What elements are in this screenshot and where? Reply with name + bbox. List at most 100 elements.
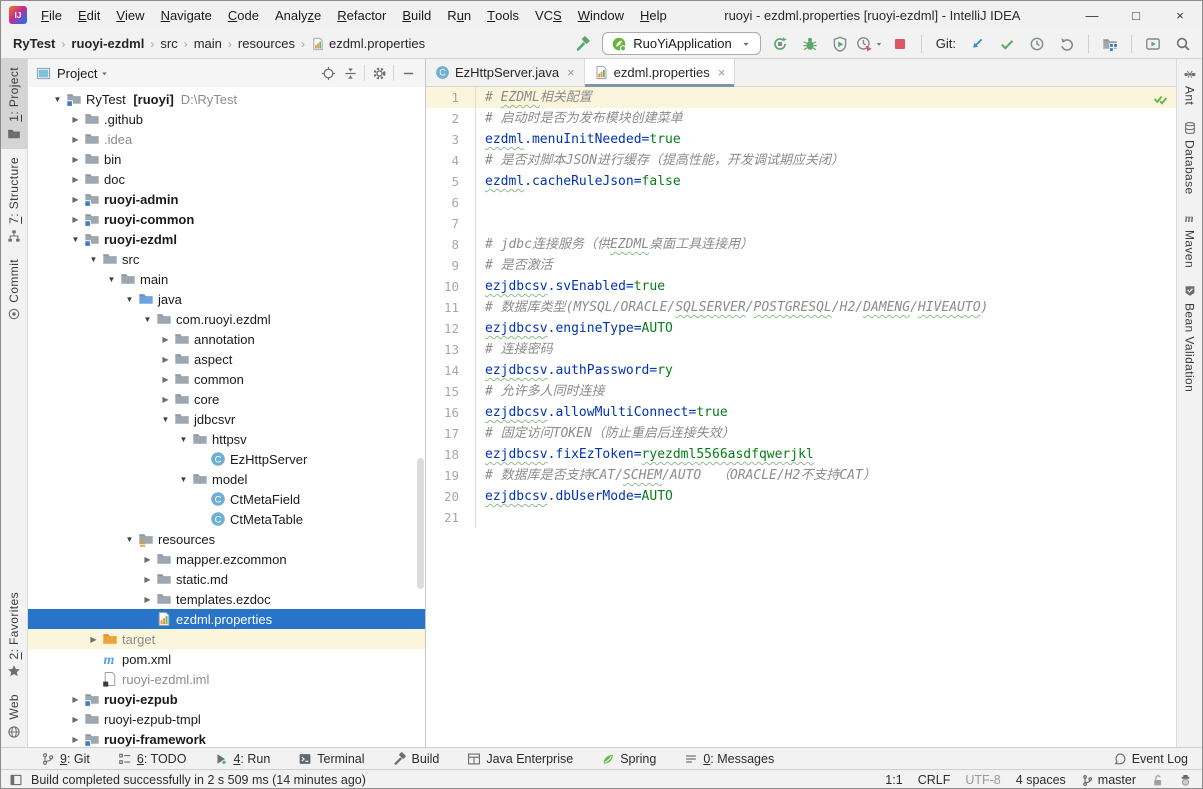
code-line-2[interactable]: 2# 启动时是否为发布模块创建菜单 bbox=[426, 108, 1176, 129]
menu-item-run[interactable]: Run bbox=[439, 1, 479, 29]
tree-row-mapper-ezcommon[interactable]: ▶mapper.ezcommon bbox=[28, 549, 425, 569]
menu-item-build[interactable]: Build bbox=[394, 1, 439, 29]
breadcrumb-item-ezdml-properties[interactable]: ezdml.properties bbox=[311, 36, 425, 51]
rollback-button[interactable] bbox=[1056, 33, 1078, 55]
code-line-17[interactable]: 17# 固定访问TOKEN（防止重启后连接失效） bbox=[426, 423, 1176, 444]
event-log-button[interactable]: Event Log bbox=[1113, 752, 1188, 766]
toolwindow-button-6-todo[interactable]: 6: TODO bbox=[118, 752, 187, 766]
tree-row-resources[interactable]: ▼resources bbox=[28, 529, 425, 549]
hector-icon[interactable] bbox=[1179, 774, 1192, 787]
tree-row-ruoyi-ezpub-tmpl[interactable]: ▶ruoyi-ezpub-tmpl bbox=[28, 709, 425, 729]
status-master[interactable]: master bbox=[1081, 773, 1136, 787]
stop-button[interactable] bbox=[889, 33, 911, 55]
tree-row-ruoyi-ezdml-iml[interactable]: ruoyi-ezdml.iml bbox=[28, 669, 425, 689]
code-line-6[interactable]: 6 bbox=[426, 192, 1176, 213]
code-line-11[interactable]: 11# 数据库类型(MYSQL/ORACLE/SQLSERVER/POSTGRE… bbox=[426, 297, 1176, 318]
menu-item-navigate[interactable]: Navigate bbox=[153, 1, 220, 29]
toolwindow-button-0-messages[interactable]: 0: Messages bbox=[684, 752, 774, 766]
tree-row--idea[interactable]: ▶.idea bbox=[28, 129, 425, 149]
expand-arrow-icon[interactable]: ▶ bbox=[68, 115, 83, 124]
run-with-coverage-button[interactable] bbox=[829, 33, 851, 55]
code-line-16[interactable]: 16ezjdbcsv.allowMultiConnect=true bbox=[426, 402, 1176, 423]
code-line-3[interactable]: 3ezdml.menuInitNeeded=true bbox=[426, 129, 1176, 150]
tree-row-ruoyi-framework[interactable]: ▶ruoyi-framework bbox=[28, 729, 425, 747]
status-utf-8[interactable]: UTF-8 bbox=[965, 773, 1000, 787]
tree-row-doc[interactable]: ▶doc bbox=[28, 169, 425, 189]
breadcrumb-item-main[interactable]: main bbox=[194, 36, 222, 51]
stripe-item-bean-validation[interactable]: Bean Validation bbox=[1177, 276, 1202, 400]
project-panel-title[interactable]: Project bbox=[57, 66, 97, 81]
code-line-13[interactable]: 13# 连接密码 bbox=[426, 339, 1176, 360]
collapse-arrow-icon[interactable]: ▼ bbox=[68, 235, 83, 244]
tree-row-main[interactable]: ▼main bbox=[28, 269, 425, 289]
tree-row-ctmetafield[interactable]: CCtMetaField bbox=[28, 489, 425, 509]
close-tab-icon[interactable]: × bbox=[718, 65, 726, 80]
toolwindow-switcher-icon[interactable] bbox=[9, 773, 23, 787]
code-line-15[interactable]: 15# 允许多人同时连接 bbox=[426, 381, 1176, 402]
debug-button[interactable] bbox=[799, 33, 821, 55]
stripe-item-1-project[interactable]: 1: Project bbox=[1, 59, 27, 149]
tree-row-src[interactable]: ▼src bbox=[28, 249, 425, 269]
tree-row-ruoyi-common[interactable]: ▶ruoyi-common bbox=[28, 209, 425, 229]
code-line-9[interactable]: 9# 是否激活 bbox=[426, 255, 1176, 276]
tree-row-ctmetatable[interactable]: CCtMetaTable bbox=[28, 509, 425, 529]
editor[interactable]: 1# EZDML相关配置2# 启动时是否为发布模块创建菜单3ezdml.menu… bbox=[426, 87, 1176, 747]
breadcrumb-item-rytest[interactable]: RyTest bbox=[13, 36, 55, 51]
expand-arrow-icon[interactable]: ▶ bbox=[68, 155, 83, 164]
tree-row-jdbcsvr[interactable]: ▼jdbcsvr bbox=[28, 409, 425, 429]
hide-panel-button[interactable] bbox=[397, 62, 419, 84]
collapse-arrow-icon[interactable]: ▼ bbox=[122, 295, 137, 304]
settings-gear-button[interactable] bbox=[368, 62, 390, 84]
expand-arrow-icon[interactable]: ▶ bbox=[68, 195, 83, 204]
status-message[interactable]: Build completed successfully in 2 s 509 … bbox=[31, 773, 366, 787]
collapse-arrow-icon[interactable]: ▼ bbox=[158, 415, 173, 424]
code-line-10[interactable]: 10ezjdbcsv.svEnabled=true bbox=[426, 276, 1176, 297]
vcs-update-button[interactable] bbox=[966, 33, 988, 55]
maximize-button[interactable]: □ bbox=[1114, 1, 1158, 29]
tree-row-pom-xml[interactable]: mpom.xml bbox=[28, 649, 425, 669]
tree-row-templates-ezdoc[interactable]: ▶templates.ezdoc bbox=[28, 589, 425, 609]
rerun-button[interactable] bbox=[769, 33, 791, 55]
expand-arrow-icon[interactable]: ▶ bbox=[68, 735, 83, 744]
history-button[interactable] bbox=[1026, 33, 1048, 55]
stripe-item-commit[interactable]: Commit bbox=[1, 251, 27, 330]
tree-row-core[interactable]: ▶core bbox=[28, 389, 425, 409]
tree-row-annotation[interactable]: ▶annotation bbox=[28, 329, 425, 349]
code-line-20[interactable]: 20ezjdbcsv.dbUserMode=AUTO bbox=[426, 486, 1176, 507]
editor-tab-ezhttpserver-java[interactable]: CEzHttpServer.java× bbox=[426, 59, 585, 86]
menu-item-code[interactable]: Code bbox=[220, 1, 267, 29]
toolwindow-button-9-git[interactable]: 9: Git bbox=[41, 752, 90, 766]
breadcrumb-item-resources[interactable]: resources bbox=[238, 36, 295, 51]
tree-row-java[interactable]: ▼java bbox=[28, 289, 425, 309]
profiler-button[interactable] bbox=[859, 33, 881, 55]
stripe-item-database[interactable]: Database bbox=[1177, 113, 1202, 203]
minimize-button[interactable]: — bbox=[1070, 1, 1114, 29]
build-hammer-button[interactable] bbox=[572, 33, 594, 55]
stripe-item-maven[interactable]: mMaven bbox=[1177, 203, 1202, 276]
tree-row-static-md[interactable]: ▶static.md bbox=[28, 569, 425, 589]
status-4-spaces[interactable]: 4 spaces bbox=[1016, 773, 1066, 787]
code-line-4[interactable]: 4# 是否对脚本JSON进行缓存（提高性能，开发调试期应关闭） bbox=[426, 150, 1176, 171]
tree-row-ruoyi-admin[interactable]: ▶ruoyi-admin bbox=[28, 189, 425, 209]
run-anything-button[interactable] bbox=[1142, 33, 1164, 55]
tree-row-rytest[interactable]: ▼RyTest [ruoyi]D:\RyTest bbox=[28, 89, 425, 109]
stripe-item-web[interactable]: Web bbox=[1, 686, 27, 747]
menu-item-analyze[interactable]: Analyze bbox=[267, 1, 329, 29]
breadcrumb-item-src[interactable]: src bbox=[160, 36, 177, 51]
toolwindow-button-build[interactable]: Build bbox=[393, 752, 440, 766]
tree-row-com-ruoyi-ezdml[interactable]: ▼com.ruoyi.ezdml bbox=[28, 309, 425, 329]
collapse-arrow-icon[interactable]: ▼ bbox=[50, 95, 65, 104]
collapse-arrow-icon[interactable]: ▼ bbox=[176, 475, 191, 484]
expand-arrow-icon[interactable]: ▶ bbox=[68, 215, 83, 224]
code-line-14[interactable]: 14ezjdbcsv.authPassword=ry bbox=[426, 360, 1176, 381]
inspections-ok-icon[interactable] bbox=[1153, 91, 1168, 106]
locate-button[interactable] bbox=[317, 62, 339, 84]
breadcrumb-item-ruoyi-ezdml[interactable]: ruoyi-ezdml bbox=[71, 36, 144, 51]
tree-row--github[interactable]: ▶.github bbox=[28, 109, 425, 129]
collapse-arrow-icon[interactable]: ▼ bbox=[86, 255, 101, 264]
collapse-arrow-icon[interactable]: ▼ bbox=[104, 275, 119, 284]
stripe-item-ant[interactable]: Ant bbox=[1177, 59, 1202, 113]
expand-arrow-icon[interactable]: ▶ bbox=[140, 575, 155, 584]
expand-arrow-icon[interactable]: ▶ bbox=[158, 355, 173, 364]
collapse-all-button[interactable] bbox=[339, 62, 361, 84]
